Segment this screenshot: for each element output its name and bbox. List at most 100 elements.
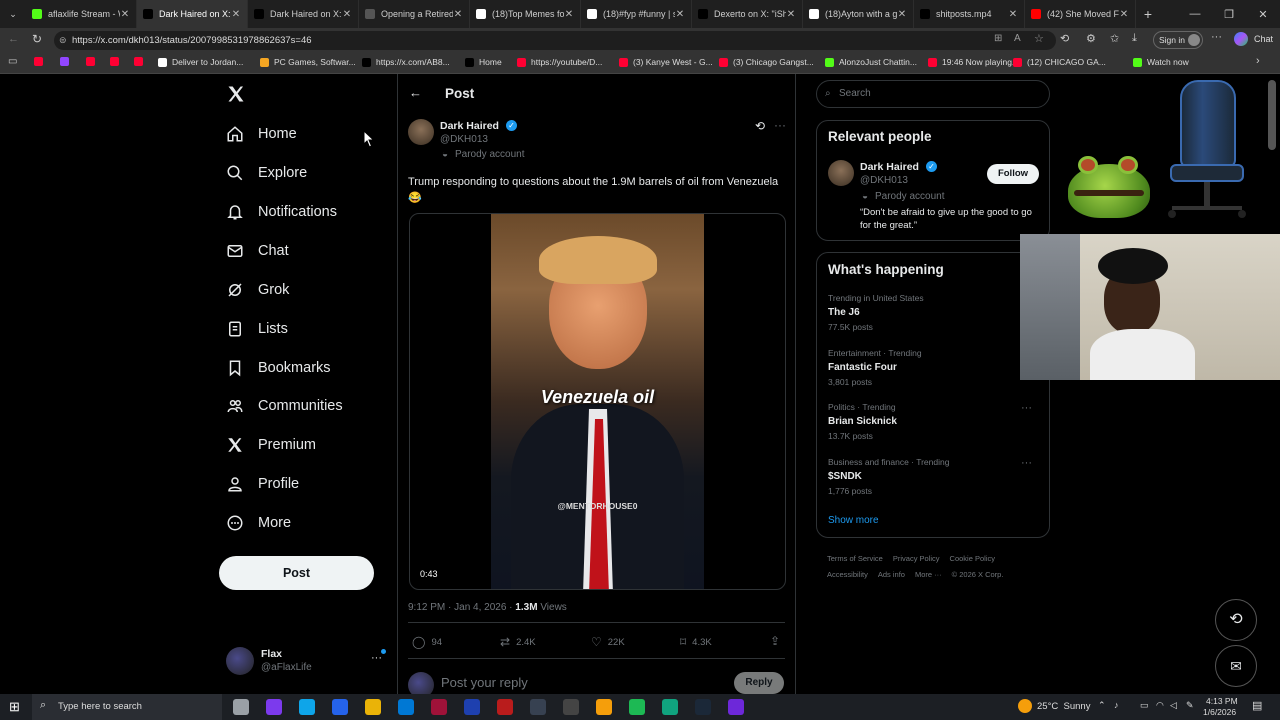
tab-close-icon[interactable]: ✕ bbox=[453, 9, 463, 20]
browser-tab[interactable]: (18)#fyp #funny | sa ✕ bbox=[581, 0, 692, 28]
nav-item-more[interactable]: More bbox=[226, 511, 291, 535]
author-avatar[interactable] bbox=[408, 119, 434, 145]
repost-action[interactable]: ⇄ 2.4K bbox=[500, 635, 536, 649]
bookmarks-overflow-icon[interactable]: › bbox=[1256, 55, 1260, 67]
tab-actions-icon[interactable]: ⌄ bbox=[0, 0, 26, 28]
footer-link[interactable]: Privacy Policy bbox=[893, 554, 940, 563]
browser-tab[interactable]: shitposts.mp4 ✕ bbox=[914, 0, 1025, 28]
account-more-icon[interactable]: ··· bbox=[371, 652, 382, 664]
person-name[interactable]: Dark Haired bbox=[860, 161, 919, 173]
trend-item[interactable]: Politics · Trending Brian Sicknick 13.7K p… bbox=[828, 402, 1038, 441]
browser-tab[interactable]: (42) She Moved From✕ bbox=[1025, 0, 1136, 28]
volume-icon[interactable]: ◁ bbox=[1170, 700, 1177, 711]
bookmark-item[interactable] bbox=[110, 57, 124, 66]
app-icon[interactable] bbox=[497, 699, 513, 715]
bookmark-item[interactable]: https://youtube/D... bbox=[517, 57, 602, 67]
bookmark-item[interactable]: PC Games, Softwar... bbox=[260, 57, 356, 67]
nav-item-notifications[interactable]: Notifications bbox=[226, 200, 337, 224]
taskbar-time[interactable]: 4:13 PM bbox=[1206, 696, 1238, 706]
messages-float-icon[interactable]: ✉ bbox=[1215, 645, 1257, 687]
bookmark-item[interactable]: https://x.com/AB8... bbox=[362, 57, 450, 67]
read-aloud-icon[interactable]: A bbox=[1014, 33, 1021, 44]
bookmark-item[interactable]: (3) Chicago Gangst... bbox=[719, 57, 814, 67]
bookmark-item[interactable]: (3) Kanye West - G... bbox=[619, 57, 713, 67]
app-icon[interactable] bbox=[596, 699, 612, 715]
trend-more-icon[interactable]: ··· bbox=[1021, 457, 1032, 469]
nav-item-communities[interactable]: Communities bbox=[226, 394, 343, 418]
footer-link[interactable]: Cookie Policy bbox=[950, 554, 995, 563]
follow-button[interactable]: Follow bbox=[987, 164, 1039, 184]
favorites-icon[interactable]: ✩ bbox=[1110, 32, 1119, 45]
bookmark-item[interactable] bbox=[34, 57, 48, 66]
bookmark-item[interactable]: 19:46 Now playing... bbox=[928, 57, 1019, 67]
mic-icon[interactable]: ♪ bbox=[1114, 700, 1119, 710]
browser-tab[interactable]: (18)Ayton with a gre✕ bbox=[803, 0, 914, 28]
bookmarks-folder-icon[interactable]: ▭ bbox=[8, 56, 17, 67]
app-icon[interactable] bbox=[530, 699, 546, 715]
refresh-icon[interactable]: ↻ bbox=[32, 32, 42, 46]
browser-tab[interactable]: (18)Top Memes for N✕ bbox=[470, 0, 581, 28]
bookmark-item[interactable] bbox=[134, 57, 148, 66]
bookmark-item[interactable] bbox=[86, 57, 100, 66]
app-icon[interactable] bbox=[464, 699, 480, 715]
account-switcher[interactable]: Flax @aFlaxLife ··· bbox=[226, 646, 391, 678]
share-icon[interactable]: ⇪ bbox=[770, 634, 780, 648]
bookmark-action[interactable]: ⌑ 4.3K bbox=[680, 635, 712, 649]
post-timestamp[interactable]: 9:12 PM · Jan 4, 2026 · bbox=[408, 602, 513, 613]
nav-item-explore[interactable]: Explore bbox=[226, 161, 307, 185]
sign-in-button[interactable]: Sign in bbox=[1153, 31, 1203, 49]
bookmark-item[interactable]: AlonzoJust Chattin... bbox=[825, 57, 917, 67]
task-view-icon[interactable] bbox=[233, 699, 249, 715]
pen-icon[interactable]: ✎ bbox=[1186, 700, 1194, 711]
grok-explain-icon[interactable]: ⟲ bbox=[755, 119, 765, 133]
copilot-icon[interactable] bbox=[1234, 32, 1248, 46]
tab-close-icon[interactable]: ✕ bbox=[564, 9, 574, 20]
footer-link[interactable]: Ads info bbox=[878, 570, 905, 579]
nav-item-profile[interactable]: Profile bbox=[226, 472, 299, 496]
tab-close-icon[interactable]: ✕ bbox=[897, 9, 907, 20]
edge-browser-icon[interactable] bbox=[299, 699, 315, 715]
trend-item[interactable]: Business and finance · Trending $SNDK 1,77… bbox=[828, 457, 1038, 496]
tab-close-icon[interactable]: ✕ bbox=[786, 9, 796, 20]
post-button[interactable]: Post bbox=[219, 556, 374, 590]
weather-text[interactable]: 25°C Sunny bbox=[1037, 701, 1090, 712]
author-name[interactable]: Dark Haired bbox=[440, 120, 499, 132]
back-arrow-icon[interactable]: ← bbox=[409, 85, 422, 100]
nav-item-lists[interactable]: Lists bbox=[226, 317, 288, 341]
app-icon[interactable] bbox=[563, 699, 579, 715]
reply-input[interactable]: Post your reply bbox=[441, 675, 528, 690]
file-explorer-icon[interactable] bbox=[365, 699, 381, 715]
tab-close-icon[interactable]: ✕ bbox=[120, 9, 130, 20]
wifi-icon[interactable]: ◠ bbox=[1156, 700, 1164, 711]
copilot-app-icon[interactable] bbox=[266, 699, 282, 715]
browser-tab[interactable]: Dark Haired on X: "T✕ bbox=[248, 0, 359, 28]
bookmark-item[interactable]: Watch now bbox=[1133, 57, 1189, 67]
settings-more-icon[interactable]: ··· bbox=[1211, 31, 1222, 43]
trend-more-icon[interactable]: ··· bbox=[1021, 402, 1032, 414]
browser-tab[interactable]: aflaxlife Stream - Wa✕ bbox=[26, 0, 137, 28]
footer-link[interactable]: Terms of Service bbox=[827, 554, 883, 563]
browser-tab[interactable]: Opening a Retired Li✕ bbox=[359, 0, 470, 28]
grok-float-icon[interactable]: ⟲ bbox=[1215, 599, 1257, 641]
app-icon[interactable] bbox=[431, 699, 447, 715]
window-close-icon[interactable]: ✕ bbox=[1246, 8, 1280, 21]
tab-close-icon[interactable]: ✕ bbox=[1119, 9, 1129, 20]
bookmark-item[interactable] bbox=[60, 57, 74, 66]
downloads-icon[interactable]: ⤓ bbox=[1132, 32, 1137, 45]
person-avatar[interactable] bbox=[828, 160, 854, 186]
nav-item-premium[interactable]: Premium bbox=[226, 433, 316, 457]
tab-close-icon[interactable]: ✕ bbox=[342, 9, 352, 20]
search-input[interactable]: ⌕ Search bbox=[816, 80, 1050, 108]
author-handle[interactable]: @DKH013 bbox=[440, 134, 488, 145]
footer-link[interactable]: More ··· bbox=[915, 570, 942, 579]
tray-chevron-icon[interactable]: ⌃ bbox=[1098, 700, 1106, 711]
taskbar-date[interactable]: 1/6/2026 bbox=[1203, 707, 1236, 717]
reply-button[interactable]: Reply bbox=[734, 672, 784, 694]
extensions-icon[interactable]: ⟲ bbox=[1060, 32, 1069, 45]
store-icon[interactable] bbox=[332, 699, 348, 715]
trend-item[interactable]: Entertainment · Trending Fantastic Four 3,… bbox=[828, 348, 1038, 387]
network-icon[interactable]: ▭ bbox=[1140, 700, 1149, 711]
new-tab-button[interactable]: + bbox=[1136, 6, 1160, 22]
tab-close-icon[interactable]: ✕ bbox=[231, 9, 241, 20]
page-scrollbar[interactable] bbox=[1268, 80, 1276, 150]
